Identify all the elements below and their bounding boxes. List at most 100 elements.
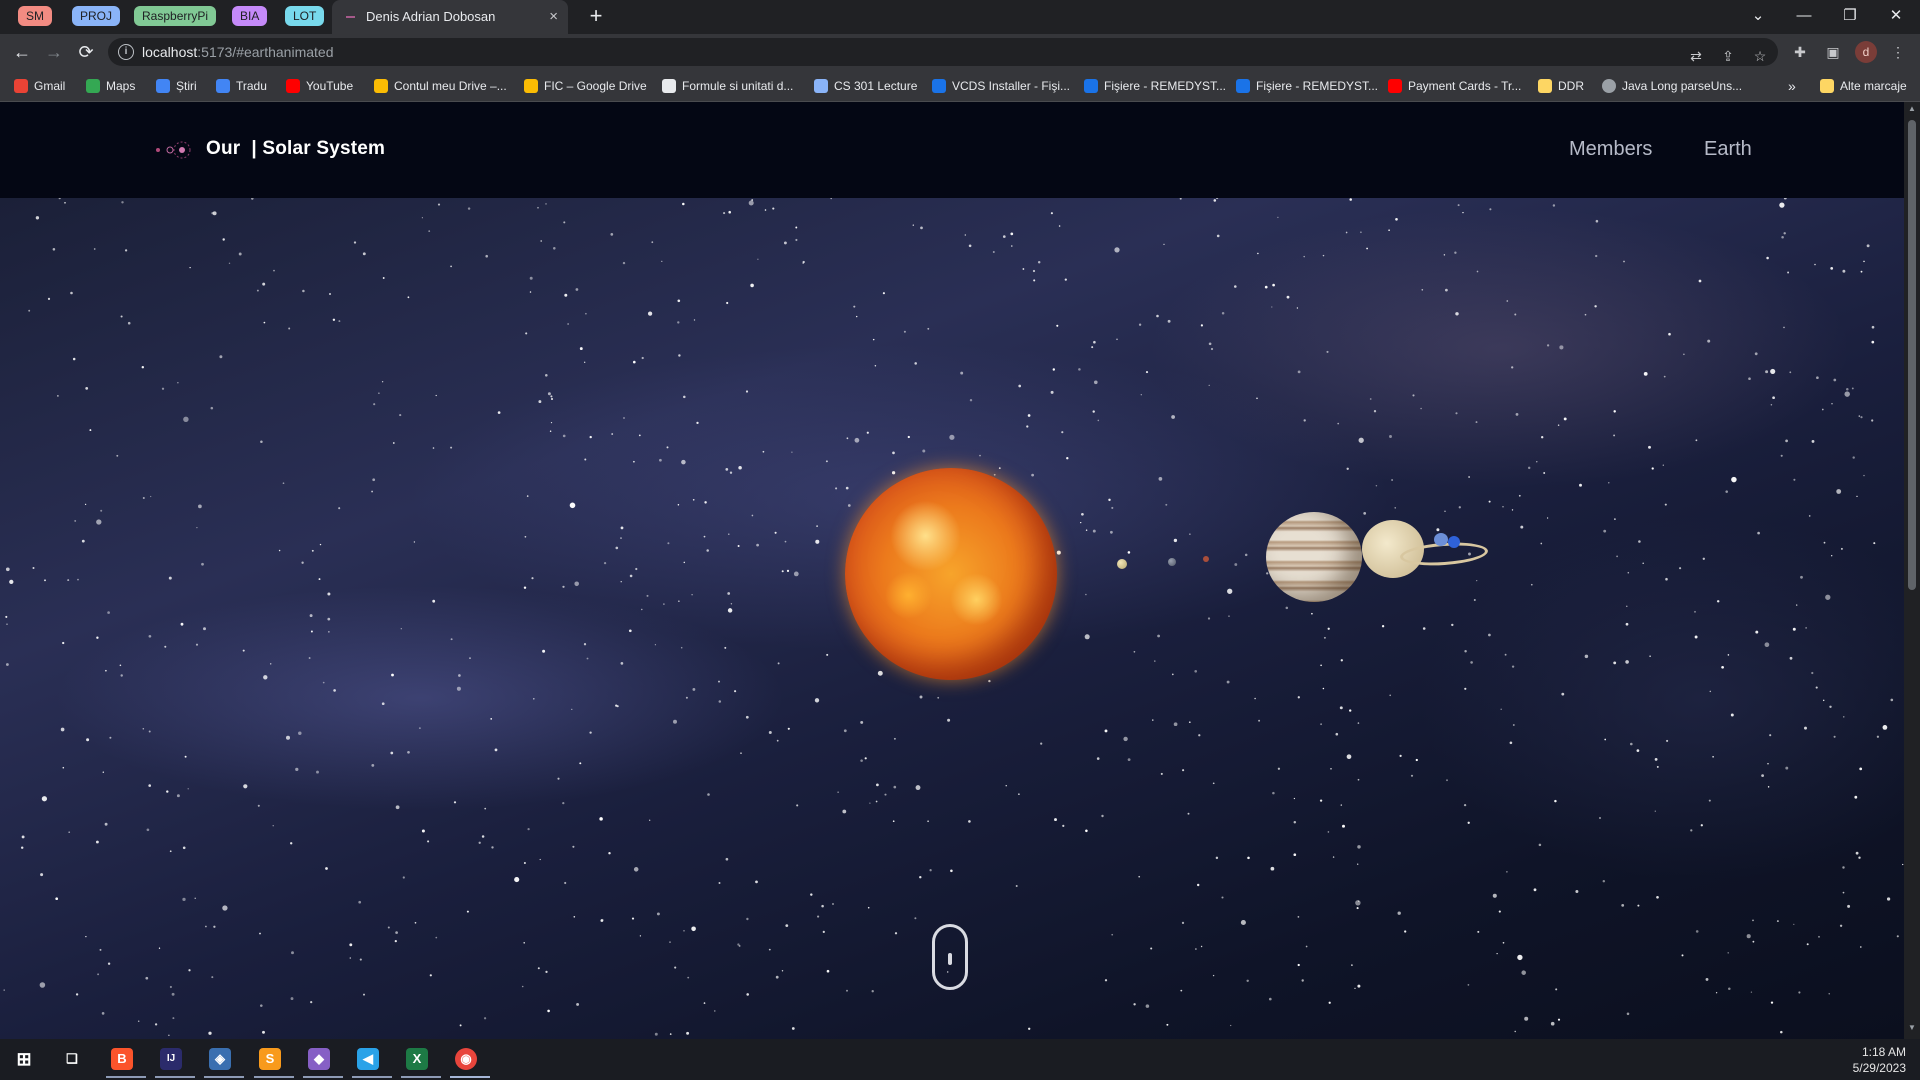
tab-group-bia[interactable]: BIA bbox=[232, 6, 268, 26]
star bbox=[1814, 263, 1816, 266]
star bbox=[358, 900, 362, 904]
tab-search-icon[interactable]: ⌄ bbox=[1738, 4, 1778, 28]
active-tab[interactable]: Denis Adrian Dobosan × bbox=[332, 0, 568, 34]
back-button[interactable]: ← bbox=[10, 40, 34, 64]
visual-studio-icon[interactable]: ◆ bbox=[303, 1044, 343, 1078]
star bbox=[260, 1004, 263, 1007]
side-panel-icon[interactable]: ▣ bbox=[1823, 42, 1843, 62]
scroll-up-arrow-icon[interactable]: ▲ bbox=[1904, 104, 1920, 118]
star bbox=[610, 233, 614, 236]
star bbox=[725, 468, 729, 471]
bookmark-item[interactable]: Formule si unitati d... bbox=[662, 76, 793, 96]
address-bar[interactable]: i localhost:5173/#earthanimated ⇄ ⇪ ☆ bbox=[108, 38, 1778, 66]
star bbox=[372, 478, 376, 482]
star bbox=[1297, 963, 1300, 967]
bookmark-item[interactable]: Fişiere - REMEDYST... bbox=[1236, 76, 1378, 96]
mercury-planet[interactable] bbox=[1117, 559, 1127, 569]
tab-group-lot[interactable]: LOT bbox=[285, 6, 325, 26]
windows-start-icon[interactable]: ⊞ bbox=[8, 1044, 40, 1074]
page-scrollbar[interactable]: ▲ ▼ bbox=[1904, 102, 1920, 1039]
chrome-menu-icon[interactable]: ⋮ bbox=[1888, 42, 1908, 62]
bookmark-item[interactable]: VCDS Installer - Fişi... bbox=[932, 76, 1070, 96]
star bbox=[1642, 562, 1644, 564]
star bbox=[371, 490, 374, 493]
vscode-icon[interactable]: ◀ bbox=[352, 1044, 392, 1078]
translate-icon[interactable]: ⇄ bbox=[1686, 46, 1706, 66]
neptune-planet[interactable] bbox=[1448, 536, 1460, 548]
star bbox=[1271, 306, 1273, 308]
star bbox=[843, 729, 847, 733]
star bbox=[514, 877, 520, 883]
star bbox=[1557, 1018, 1561, 1021]
bookmark-item[interactable]: Maps bbox=[86, 76, 135, 96]
star bbox=[860, 720, 864, 724]
bookmarks-overflow-icon[interactable]: » bbox=[1788, 76, 1796, 96]
virtualbox-icon[interactable]: ◈ bbox=[204, 1044, 244, 1078]
gmail-icon bbox=[14, 79, 28, 93]
bookmark-item[interactable]: YouTube bbox=[286, 76, 353, 96]
scroll-down-arrow-icon[interactable]: ▼ bbox=[1904, 1023, 1920, 1037]
star bbox=[1399, 754, 1402, 758]
star bbox=[622, 261, 626, 265]
star bbox=[120, 315, 123, 318]
site-info-icon[interactable]: i bbox=[118, 44, 134, 60]
star bbox=[102, 771, 105, 773]
new-tab-button[interactable]: + bbox=[584, 5, 608, 29]
star bbox=[418, 727, 421, 730]
bookmark-star-icon[interactable]: ☆ bbox=[1750, 46, 1770, 66]
bookmark-item[interactable]: Payment Cards - Tr... bbox=[1388, 76, 1521, 96]
bookmark-item[interactable]: Gmail bbox=[14, 76, 65, 96]
jupiter-planet[interactable] bbox=[1266, 512, 1362, 602]
star bbox=[586, 657, 589, 660]
close-window-button[interactable]: ✕ bbox=[1876, 4, 1916, 28]
star bbox=[201, 562, 204, 566]
mars-planet[interactable] bbox=[1203, 556, 1209, 562]
extensions-icon[interactable]: ✚ bbox=[1790, 42, 1810, 62]
sun-planet[interactable] bbox=[845, 468, 1057, 680]
scrollbar-thumb[interactable] bbox=[1908, 120, 1916, 590]
bookmark-item[interactable]: Tradu bbox=[216, 76, 267, 96]
taskbar-clock[interactable]: 1:18 AM 5/29/2023 bbox=[1853, 1044, 1906, 1076]
address-url[interactable]: localhost:5173/#earthanimated bbox=[142, 44, 333, 60]
bookmark-item[interactable]: CS 301 Lecture bbox=[814, 76, 917, 96]
nav-earth-link[interactable]: Earth bbox=[1704, 138, 1752, 161]
solar-system-scene[interactable] bbox=[0, 198, 1904, 1039]
site-logo-text[interactable]: Our | Solar System bbox=[206, 138, 385, 160]
tab-group-raspberrypi[interactable]: RaspberryPi bbox=[134, 6, 217, 26]
restore-button[interactable]: ❐ bbox=[1830, 4, 1870, 28]
tab-group-proj[interactable]: PROJ bbox=[72, 6, 121, 26]
profile-avatar[interactable]: d bbox=[1855, 41, 1877, 63]
forward-button[interactable]: → bbox=[42, 40, 66, 64]
other-bookmarks[interactable]: Alte marcaje bbox=[1820, 76, 1907, 96]
tab-group-sm[interactable]: SM bbox=[18, 6, 52, 26]
nav-members-link[interactable]: Members bbox=[1569, 138, 1652, 161]
star bbox=[540, 240, 543, 242]
star bbox=[1357, 984, 1361, 988]
excel-icon[interactable]: X bbox=[401, 1044, 441, 1078]
brave-browser-icon[interactable]: B bbox=[106, 1044, 146, 1078]
uranus-planet[interactable] bbox=[1434, 533, 1448, 546]
scroll-down-mouse-icon[interactable] bbox=[932, 924, 968, 990]
star bbox=[435, 394, 437, 397]
bookmark-item[interactable]: Contul meu Drive –... bbox=[374, 76, 507, 96]
bookmark-item[interactable]: DDR bbox=[1538, 76, 1584, 96]
intellij-icon[interactable]: IJ bbox=[155, 1044, 195, 1078]
reload-button[interactable]: ⟳ bbox=[74, 40, 98, 64]
close-tab-icon[interactable]: × bbox=[549, 8, 558, 25]
bookmark-item[interactable]: Fişiere - REMEDYST... bbox=[1084, 76, 1226, 96]
venus-planet[interactable] bbox=[1168, 558, 1176, 566]
share-icon[interactable]: ⇪ bbox=[1718, 46, 1738, 66]
bookmark-item[interactable]: Știri bbox=[156, 76, 197, 96]
star bbox=[1595, 254, 1598, 258]
sublime-text-icon[interactable]: S bbox=[254, 1044, 294, 1078]
bookmark-item[interactable]: Java Long parseUns... bbox=[1602, 76, 1742, 96]
task-view-icon[interactable]: ❏ bbox=[56, 1044, 88, 1074]
minimize-button[interactable]: — bbox=[1784, 4, 1824, 28]
star bbox=[1157, 634, 1160, 638]
star bbox=[1882, 725, 1888, 730]
star bbox=[1303, 255, 1305, 258]
chrome-icon[interactable]: ◉ bbox=[450, 1044, 490, 1078]
bookmark-item[interactable]: FIC – Google Drive bbox=[524, 76, 647, 96]
star bbox=[877, 670, 883, 676]
star bbox=[96, 519, 102, 525]
